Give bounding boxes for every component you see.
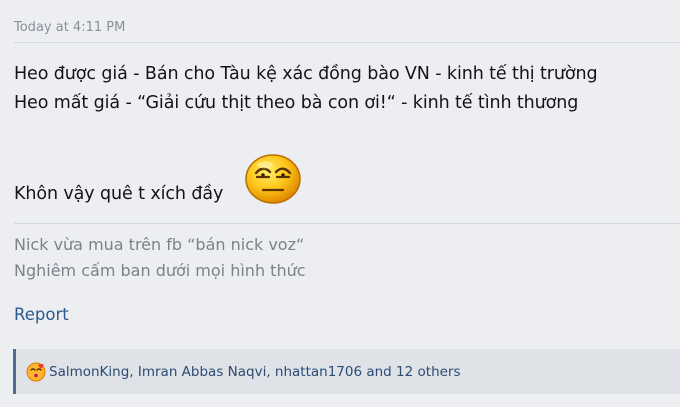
post-body-line-2: Heo mất giá - “Giải cứu thịt theo bà con… bbox=[14, 93, 579, 113]
signature-line-2: Nghiêm cấm ban dưới mọi hình thức bbox=[14, 261, 306, 280]
post-body-line-3: Khôn vậy quê t xích đầy bbox=[14, 184, 224, 204]
message-post: Today at 4:11 PM Heo được giá - Bán cho … bbox=[0, 0, 680, 407]
kiss-face-reaction-icon[interactable] bbox=[26, 362, 46, 382]
reaction-users-list[interactable]: SalmonKing, Imran Abbas Naqvi, nhattan17… bbox=[49, 364, 461, 380]
report-link[interactable]: Report bbox=[14, 305, 69, 324]
reaction-bar: SalmonKing, Imran Abbas Naqvi, nhattan17… bbox=[13, 349, 680, 394]
post-body-line-1: Heo được giá - Bán cho Tàu kệ xác đồng b… bbox=[14, 64, 598, 84]
header-divider bbox=[14, 42, 680, 43]
post-timestamp[interactable]: Today at 4:11 PM bbox=[14, 20, 125, 35]
signature-divider bbox=[14, 223, 680, 224]
annoyed-smiley-icon bbox=[244, 153, 302, 205]
signature-line-1: Nick vừa mua trên fb “bán nick voz“ bbox=[14, 235, 305, 254]
